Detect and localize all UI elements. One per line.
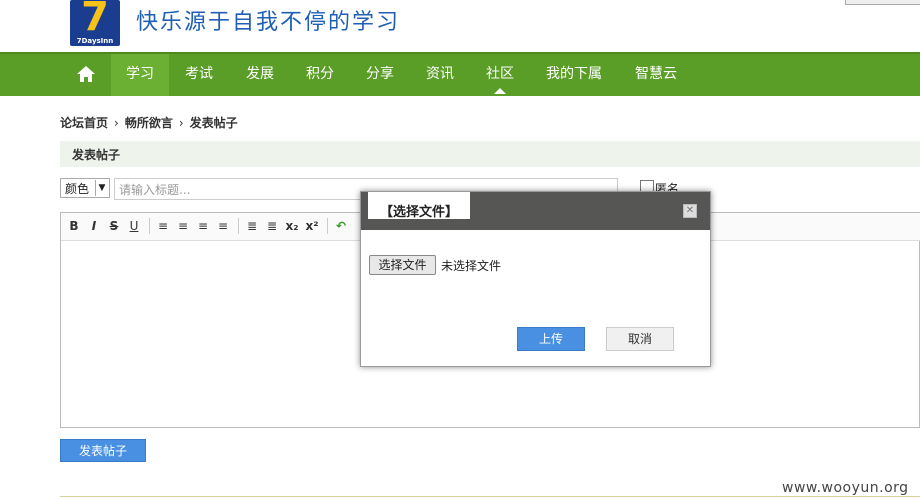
cancel-button[interactable]: 取消 (606, 327, 674, 351)
upload-button[interactable]: 上传 (517, 327, 585, 351)
logo[interactable]: 7 7DaysInn (70, 0, 120, 46)
top-corner-box (845, 0, 920, 5)
main-nav: 学习 考试 发展 积分 分享 资讯 社区 我的下属 智慧云 (0, 52, 920, 96)
nav-item-news[interactable]: 资讯 (411, 54, 469, 96)
nav-item-share[interactable]: 分享 (351, 54, 409, 96)
underline-button[interactable]: U (126, 218, 142, 234)
nav-item-development[interactable]: 发展 (231, 54, 289, 96)
align-right-icon[interactable]: ≡ (195, 218, 211, 234)
footer-divider (60, 496, 920, 497)
breadcrumb-current: 发表帖子 (189, 116, 238, 130)
breadcrumb-board[interactable]: 畅所欲言 (125, 116, 173, 130)
color-select-label: 颜色 (65, 182, 90, 196)
chevron-right-icon: › (114, 116, 119, 130)
bold-button[interactable]: B (66, 218, 82, 234)
file-status-text: 未选择文件 (441, 259, 502, 273)
dialog-title: 【选择文件】 (380, 205, 459, 220)
undo-icon[interactable]: ↶ (333, 218, 349, 234)
nav-item-my-subordinates[interactable]: 我的下属 (531, 54, 617, 96)
superscript-button[interactable]: x² (304, 218, 320, 234)
chevron-right-icon: › (178, 116, 184, 130)
toolbar-separator (327, 218, 328, 234)
toolbar-separator (238, 218, 239, 234)
section-header-bar (60, 141, 920, 167)
align-left-icon[interactable]: ≡ (155, 218, 171, 234)
section-title: 发表帖子 (72, 148, 121, 162)
italic-button[interactable]: I (86, 218, 102, 234)
slogan: 快乐源于自我不停的学习 (136, 10, 401, 35)
choose-file-button[interactable]: 选择文件 (369, 255, 436, 275)
nav-item-points[interactable]: 积分 (291, 54, 349, 96)
nav-item-smart-cloud[interactable]: 智慧云 (620, 54, 692, 96)
align-justify-icon[interactable]: ≡ (215, 218, 231, 234)
color-select[interactable]: 颜色 ▼ (60, 178, 110, 198)
submit-post-button[interactable]: 发表帖子 (60, 439, 146, 462)
nav-current-pointer (494, 88, 506, 94)
ordered-list-icon[interactable]: ≣ (244, 218, 260, 234)
subscript-button[interactable]: x₂ (284, 218, 300, 234)
unordered-list-icon[interactable]: ≣ (264, 218, 280, 234)
watermark: www.wooyun.org (782, 480, 909, 496)
toolbar-separator (149, 218, 150, 234)
nav-item-study[interactable]: 学习 (111, 54, 169, 96)
logo-numeral: 7 (81, 0, 109, 40)
breadcrumb-forum-home[interactable]: 论坛首页 (60, 116, 108, 130)
close-icon[interactable]: ✕ (683, 204, 697, 218)
chevron-down-icon: ▼ (95, 180, 108, 196)
strikethrough-button[interactable]: S (106, 218, 122, 234)
align-center-icon[interactable]: ≡ (175, 218, 191, 234)
home-icon[interactable] (66, 54, 106, 96)
breadcrumb: 论坛首页 › 畅所欲言 › 发表帖子 (60, 114, 238, 131)
logo-brand: 7DaysInn (76, 37, 114, 45)
nav-item-exam[interactable]: 考试 (170, 54, 228, 96)
